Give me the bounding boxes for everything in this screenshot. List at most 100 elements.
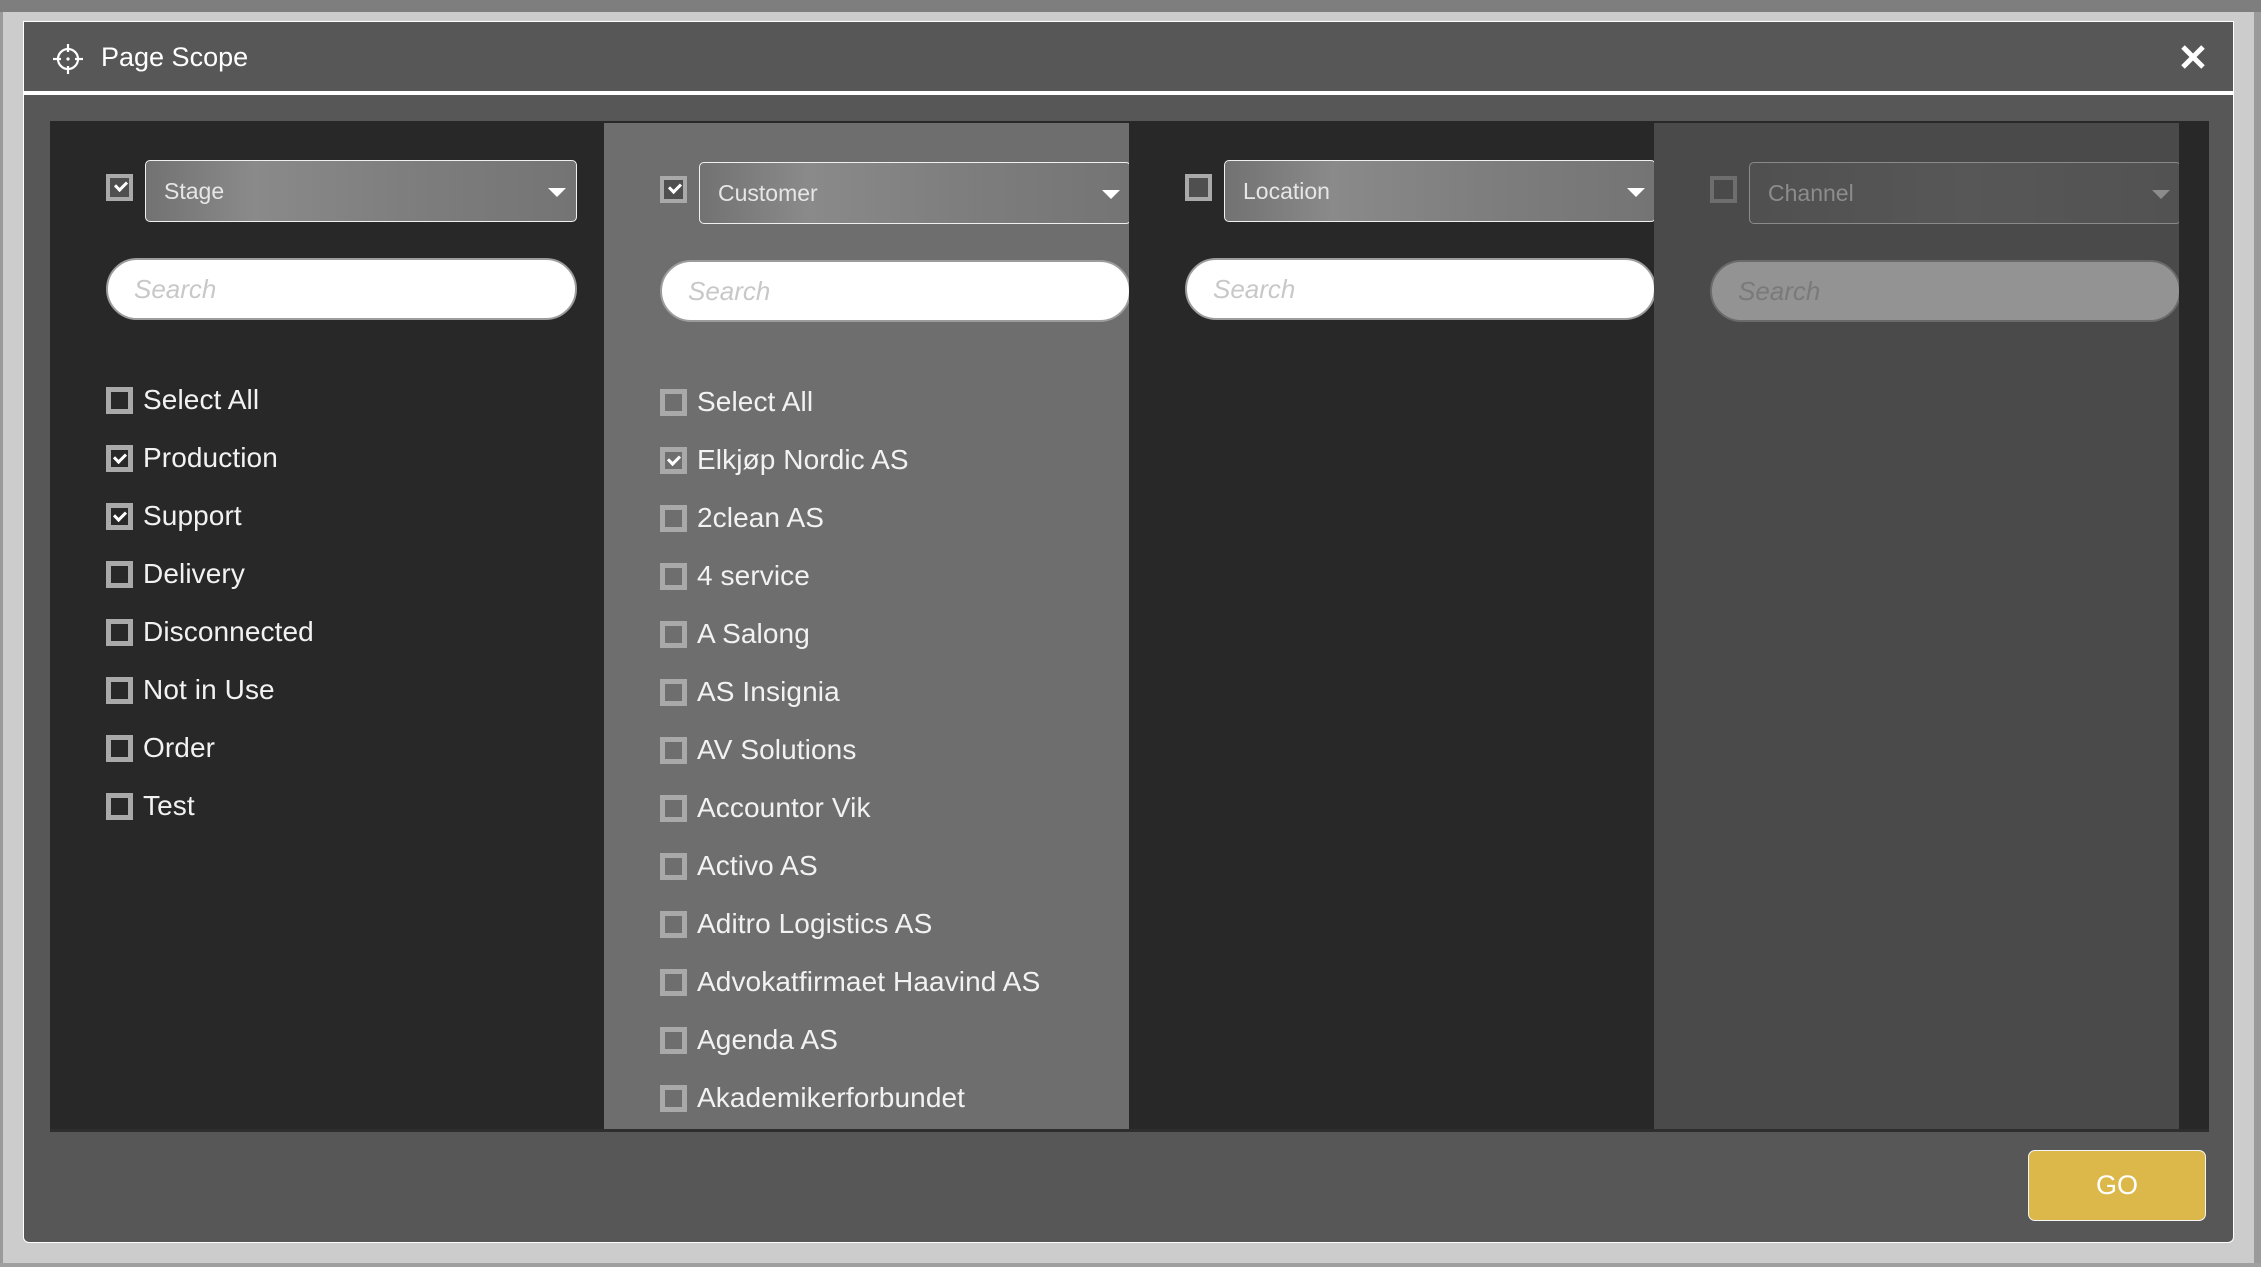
list-item[interactable]: Support [106, 487, 566, 545]
dimension-dropdown: Channel [1749, 162, 2179, 224]
list-item-label: Advokatfirmaet Haavind AS [697, 966, 1041, 997]
dimension-dropdown[interactable]: Customer [699, 162, 1129, 224]
dropdown-value: Channel [1768, 180, 1854, 206]
column-enable-checkbox[interactable] [1185, 174, 1212, 201]
list-item-label: AS Insignia [697, 676, 840, 707]
list-item-label: Aditro Logistics AS [697, 908, 933, 939]
list-item-label: Order [143, 732, 216, 763]
list-item[interactable]: A Salong [660, 605, 1120, 663]
checkbox[interactable] [660, 504, 687, 532]
list-item[interactable]: Production [106, 429, 566, 487]
list-item[interactable]: Delivery [106, 545, 566, 603]
crosshair-icon [52, 43, 84, 75]
list-item-label: Test [143, 790, 195, 821]
checkbox[interactable] [106, 560, 133, 588]
column-enable-checkbox[interactable] [106, 174, 133, 201]
checkbox[interactable] [660, 1084, 687, 1112]
dialog-title: Page Scope [101, 42, 249, 72]
list-item[interactable]: Activo AS [660, 837, 1120, 895]
search-input[interactable] [660, 260, 1129, 322]
list-item-label: 4 service [697, 560, 810, 591]
option-list: Select All Elkjøp Nordic AS 2clean AS 4 ser… [660, 373, 1120, 1129]
checkbox[interactable] [106, 792, 133, 820]
list-item[interactable]: Accountor Vik [660, 779, 1120, 837]
list-item[interactable]: Agenda AS [660, 1011, 1120, 1069]
scope-filter-panel: Stage Select All Production Support Deliver… [50, 121, 2209, 1132]
column-enable-checkbox[interactable] [660, 176, 687, 203]
list-item-label: Select All [697, 386, 814, 417]
checkbox[interactable] [660, 852, 687, 880]
list-item[interactable]: AV Solutions [660, 721, 1120, 779]
checkbox[interactable] [106, 618, 133, 646]
search-input[interactable] [1185, 258, 1654, 320]
checkbox[interactable] [106, 386, 133, 414]
list-item-label: Not in Use [143, 674, 275, 705]
filter-column-customer: Customer Select All Elkjøp Nordic AS 2clea… [604, 123, 1129, 1129]
list-item-label: Activo AS [697, 850, 818, 881]
chevron-down-icon [1102, 190, 1120, 199]
checkbox-checked[interactable] [106, 502, 133, 530]
dropdown-value: Location [1243, 178, 1330, 204]
list-item[interactable]: Aditro Logistics AS [660, 895, 1120, 953]
filter-column-location: Location [1129, 121, 1654, 1129]
dimension-dropdown[interactable]: Location [1224, 160, 1654, 222]
list-item-label: Delivery [143, 558, 245, 589]
list-item[interactable]: Order [106, 719, 566, 777]
dropdown-value: Customer [718, 180, 818, 206]
checkbox[interactable] [660, 1026, 687, 1054]
dialog-titlebar: Page Scope [24, 22, 2233, 95]
page-scope-dialog: Page Scope Stage Select All Production Sup… [23, 21, 2234, 1243]
checkbox[interactable] [660, 562, 687, 590]
list-item-label: Disconnected [143, 616, 314, 647]
column-enable-checkbox[interactable] [1710, 176, 1737, 203]
list-item[interactable]: Akademikerforbundet [660, 1069, 1120, 1127]
list-item-label: Select All [143, 384, 260, 415]
checkbox[interactable] [660, 388, 687, 416]
checkbox[interactable] [106, 734, 133, 762]
search-input [1710, 260, 2179, 322]
checkbox-checked[interactable] [106, 444, 133, 472]
checkbox[interactable] [660, 678, 687, 706]
checkbox-checked[interactable] [660, 446, 687, 474]
checkbox[interactable] [660, 736, 687, 764]
filter-column-channel: Channel [1654, 123, 2179, 1129]
list-item[interactable]: Elkjøp Nordic AS [660, 431, 1120, 489]
chevron-down-icon [548, 188, 566, 197]
list-item[interactable]: Select All [660, 373, 1120, 431]
list-item-label: A Salong [697, 618, 810, 649]
filter-column-stage: Stage Select All Production Support Deliver… [50, 121, 604, 1129]
checkbox[interactable] [106, 676, 133, 704]
checkbox[interactable] [660, 910, 687, 938]
list-item-label: AV Solutions [697, 734, 857, 765]
option-list: Select All Production Support Delivery Disco… [106, 371, 566, 835]
checkbox[interactable] [660, 968, 687, 996]
dropdown-value: Stage [164, 178, 225, 204]
list-item-label: Production [143, 442, 278, 473]
list-item[interactable]: AS Insignia [660, 663, 1120, 721]
checkbox[interactable] [660, 620, 687, 648]
checkbox[interactable] [660, 794, 687, 822]
dimension-dropdown[interactable]: Stage [145, 160, 577, 222]
list-item-label: Accountor Vik [697, 792, 871, 823]
list-item[interactable]: Advokatfirmaet Haavind AS [660, 953, 1120, 1011]
list-item-label: Akademikerforbundet [697, 1082, 966, 1113]
list-item[interactable]: Disconnected [106, 603, 566, 661]
search-input[interactable] [106, 258, 577, 320]
list-item[interactable]: 2clean AS [660, 489, 1120, 547]
list-item[interactable]: Aker Biomarine [660, 1127, 1120, 1129]
list-item[interactable]: 4 service [660, 547, 1120, 605]
background-table-header [0, 0, 2261, 12]
go-button[interactable]: GO [2028, 1150, 2206, 1221]
chevron-down-icon [2152, 190, 2170, 199]
background-table-footer [0, 1263, 2261, 1267]
list-item-label: 2clean AS [697, 502, 824, 533]
close-icon [2181, 45, 2205, 69]
list-item[interactable]: Select All [106, 371, 566, 429]
list-item[interactable]: Test [106, 777, 566, 835]
list-item-label: Support [143, 500, 242, 531]
list-item[interactable]: Not in Use [106, 661, 566, 719]
list-item-label: Agenda AS [697, 1024, 839, 1055]
list-item-label: Elkjøp Nordic AS [697, 444, 909, 475]
chevron-down-icon [1627, 188, 1645, 197]
close-button[interactable] [2178, 42, 2208, 72]
